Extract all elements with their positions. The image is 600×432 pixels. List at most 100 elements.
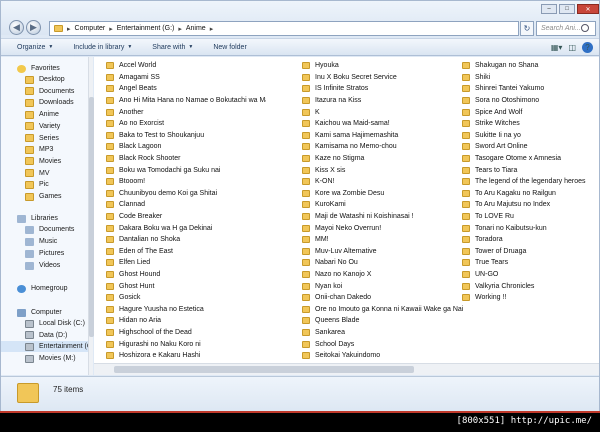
nav-favorites[interactable]: Favorites [1,63,92,74]
folder-item[interactable]: Muv-Luv Alternative [302,246,472,258]
folder-item[interactable]: Valkyria Chronicles [462,280,599,292]
folder-item[interactable]: To Aru Kagaku no Railgun [462,188,599,200]
share-with-button[interactable]: Share with ▼ [152,44,193,51]
folder-item[interactable]: Shinrei Tantei Yakumo [462,83,599,95]
folder-item[interactable]: Tower of Druaga [462,246,599,258]
folder-item[interactable]: Higurashi no Naku Koro ni [106,338,266,350]
nav-scrollbar[interactable] [88,57,94,375]
folder-item[interactable]: The legend of the legendary heroes [462,176,599,188]
folder-item[interactable]: Dakara Boku wa H ga Dekinai [106,222,266,234]
refresh-button[interactable]: ↻ [520,21,534,36]
sidebar-item[interactable]: Movies [1,156,92,167]
sidebar-item[interactable]: Variety [1,121,92,132]
folder-item[interactable]: Toradora [462,234,599,246]
folder-item[interactable]: Shakugan no Shana [462,60,599,72]
folder-item[interactable]: Eden of The East [106,246,266,258]
sidebar-item[interactable]: Data (D:) [1,330,92,341]
folder-item[interactable]: Ghost Hound [106,269,266,281]
folder-item[interactable]: To LOVE Ru [462,211,599,223]
folder-item[interactable]: Ghost Hunt [106,280,266,292]
folder-item[interactable]: Another [106,106,266,118]
folder-item[interactable]: Code Breaker [106,211,266,223]
folder-item[interactable]: Hoshizora e Kakaru Hashi [106,350,266,362]
folder-item[interactable]: Gosick [106,292,266,304]
folder-item[interactable]: Nyan koi [302,280,472,292]
folder-item[interactable]: IS Infinite Stratos [302,83,472,95]
sidebar-item[interactable]: Downloads [1,97,92,108]
folder-item[interactable]: K-ON! [302,176,472,188]
folder-item[interactable]: Tasogare Otome x Amnesia [462,153,599,165]
sidebar-item[interactable]: Games [1,191,92,202]
breadcrumb[interactable]: ▸ Computer ▸ Entertainment (G:) ▸ Anime … [49,21,519,36]
sidebar-item[interactable]: Anime [1,109,92,120]
scrollbar-thumb[interactable] [114,366,414,373]
folder-item[interactable]: Clannad [106,199,266,211]
folder-item[interactable]: Mayoi Neko Overrun! [302,222,472,234]
folder-item[interactable]: Btooom! [106,176,266,188]
folder-item[interactable]: Maji de Watashi ni Koishinasai ! [302,211,472,223]
folder-item[interactable]: Angel Beats [106,83,266,95]
sidebar-item[interactable]: Local Disk (C:) [1,318,92,329]
folder-item[interactable]: Shiki [462,72,599,84]
folder-item[interactable]: Hyouka [302,60,472,72]
sidebar-item[interactable]: Series [1,133,92,144]
maximize-icon[interactable]: □ [559,4,575,14]
sidebar-item[interactable]: Documents [1,224,92,235]
folder-item[interactable]: KuroKami [302,199,472,211]
folder-item[interactable]: Nazo no Kanojo X [302,269,472,281]
back-button[interactable]: ◀ [9,20,24,35]
include-in-library-button[interactable]: Include in library ▼ [73,44,132,51]
sidebar-item[interactable]: Entertainment (G [1,341,92,353]
sidebar-item[interactable]: Music [1,236,92,247]
folder-item[interactable]: Tonari no Kaibutsu-kun [462,222,599,234]
folder-item[interactable]: School Days [302,338,472,350]
sidebar-item[interactable]: Documents [1,86,92,97]
folder-item[interactable]: Ano Hi Mita Hana no Namae o Bokutachi wa… [106,95,266,107]
folder-item[interactable]: Kami sama Hajimemashita [302,130,472,142]
folder-item[interactable]: Kaze no Stigma [302,153,472,165]
sidebar-item[interactable]: Videos [1,260,92,271]
new-folder-button[interactable]: New folder [213,44,246,51]
close-icon[interactable]: ✕ [577,4,599,14]
folder-item[interactable]: Hagure Yuusha no Estetica [106,303,266,315]
sidebar-item[interactable]: Pic [1,179,92,190]
preview-pane-icon[interactable]: ◫ [568,43,576,52]
minimize-icon[interactable]: – [541,4,557,14]
folder-item[interactable]: Working !! [462,292,599,304]
folder-item[interactable]: Kore wa Zombie Desu [302,188,472,200]
folder-item[interactable]: Highschool of the Dead [106,327,266,339]
folder-item[interactable]: True Tears [462,257,599,269]
folder-item[interactable]: MM! [302,234,472,246]
folder-item[interactable]: Seitokai Yakuindomo [302,350,472,362]
help-icon[interactable]: ? [582,42,593,53]
nav-homegroup[interactable]: Homegroup [1,283,92,294]
folder-item[interactable]: Kamisama no Memo-chou [302,141,472,153]
folder-item[interactable]: UN-GO [462,269,599,281]
folder-item[interactable]: Baka to Test to Shoukanjuu [106,130,266,142]
sidebar-item[interactable]: MP3 [1,144,92,155]
nav-libraries[interactable]: Libraries [1,213,92,224]
folder-item[interactable]: Inu X Boku Secret Service [302,72,472,84]
folder-item[interactable]: Sankarea [302,327,472,339]
breadcrumb-item[interactable]: Anime [186,25,206,32]
forward-button[interactable]: ▶ [26,20,41,35]
folder-item[interactable]: Ao no Exorcist [106,118,266,130]
folder-item[interactable]: Ore no Imouto ga Konna ni Kawaii Wake ga… [302,303,472,315]
organize-button[interactable]: Organize ▼ [17,44,53,51]
folder-item[interactable]: Chuunibyou demo Koi ga Shitai [106,188,266,200]
folder-item[interactable]: Itazura na Kiss [302,95,472,107]
sidebar-item[interactable]: Pictures [1,248,92,259]
folder-item[interactable]: Queens Blade [302,315,472,327]
folder-item[interactable]: Kiss X sis [302,164,472,176]
folder-item[interactable]: Dantalian no Shoka [106,234,266,246]
folder-item[interactable]: Nabari No Ou [302,257,472,269]
folder-item[interactable]: Sukitte Ii na yo [462,130,599,142]
view-options-icon[interactable]: ▦▾ [551,43,563,52]
folder-item[interactable]: K [302,106,472,118]
folder-item[interactable]: Elfen Lied [106,257,266,269]
breadcrumb-item[interactable]: Computer [75,25,106,32]
folder-item[interactable]: Sword Art Online [462,141,599,153]
nav-computer[interactable]: Computer [1,307,92,318]
sidebar-item[interactable]: MV [1,168,92,179]
folder-item[interactable]: Onii-chan Dakedo [302,292,472,304]
